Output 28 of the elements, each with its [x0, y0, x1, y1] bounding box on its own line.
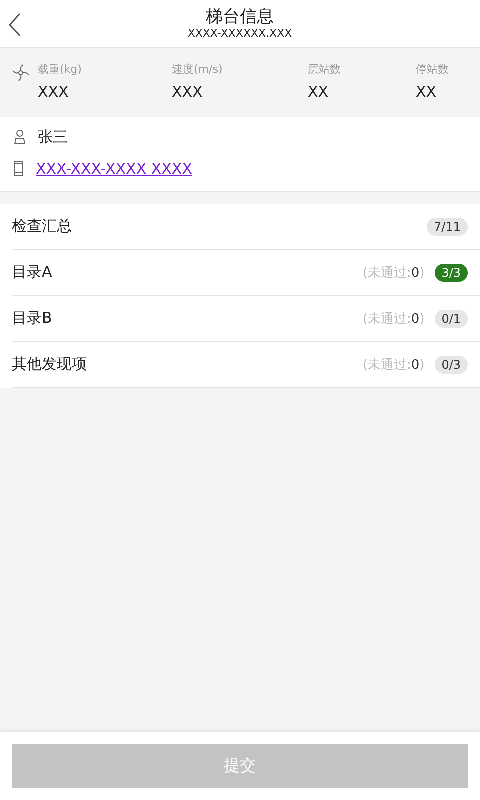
phone-icon — [14, 161, 24, 177]
page-title: 梯台信息 — [206, 7, 274, 27]
spec-value: XX — [308, 83, 330, 101]
spec-value: XX — [416, 83, 438, 101]
spec-label: 停站数 — [416, 62, 450, 77]
progress-count: 3/3 — [434, 264, 468, 282]
progress-count: 0/1 — [434, 310, 468, 328]
section-row[interactable]: 目录B (未通过:0) 0/1 — [12, 296, 480, 342]
summary-label: 检查汇总 — [12, 217, 73, 236]
phone-link[interactable]: XXX-XXX-XXXX XXXX — [36, 160, 192, 178]
failed-count-text: (未通过:0) — [362, 264, 425, 282]
section-label: 其他发现项 — [12, 355, 88, 374]
section-row[interactable]: 其他发现项 (未通过:0) 0/3 — [12, 342, 480, 388]
summary-count: 7/11 — [427, 218, 468, 236]
person-icon — [14, 129, 26, 145]
spec-value: XXX — [172, 83, 204, 101]
page-subtitle: XXXX-XXXXXX.XXX — [188, 27, 292, 40]
section-label: 目录B — [12, 309, 54, 328]
spec-value: XXX — [38, 83, 70, 101]
progress-count: 0/3 — [434, 356, 468, 374]
spec-label: 速度(m/s) — [172, 62, 224, 77]
section-label: 目录A — [12, 263, 54, 282]
spec-label: 载重(kg) — [38, 62, 83, 77]
contact-name: 张三 — [38, 128, 68, 146]
spec-label: 层站数 — [308, 62, 342, 77]
section-row[interactable]: 目录A (未通过:0) 3/3 — [12, 250, 480, 296]
failed-count-text: (未通过:0) — [362, 356, 425, 374]
failed-count-text: (未通过:0) — [362, 310, 425, 328]
